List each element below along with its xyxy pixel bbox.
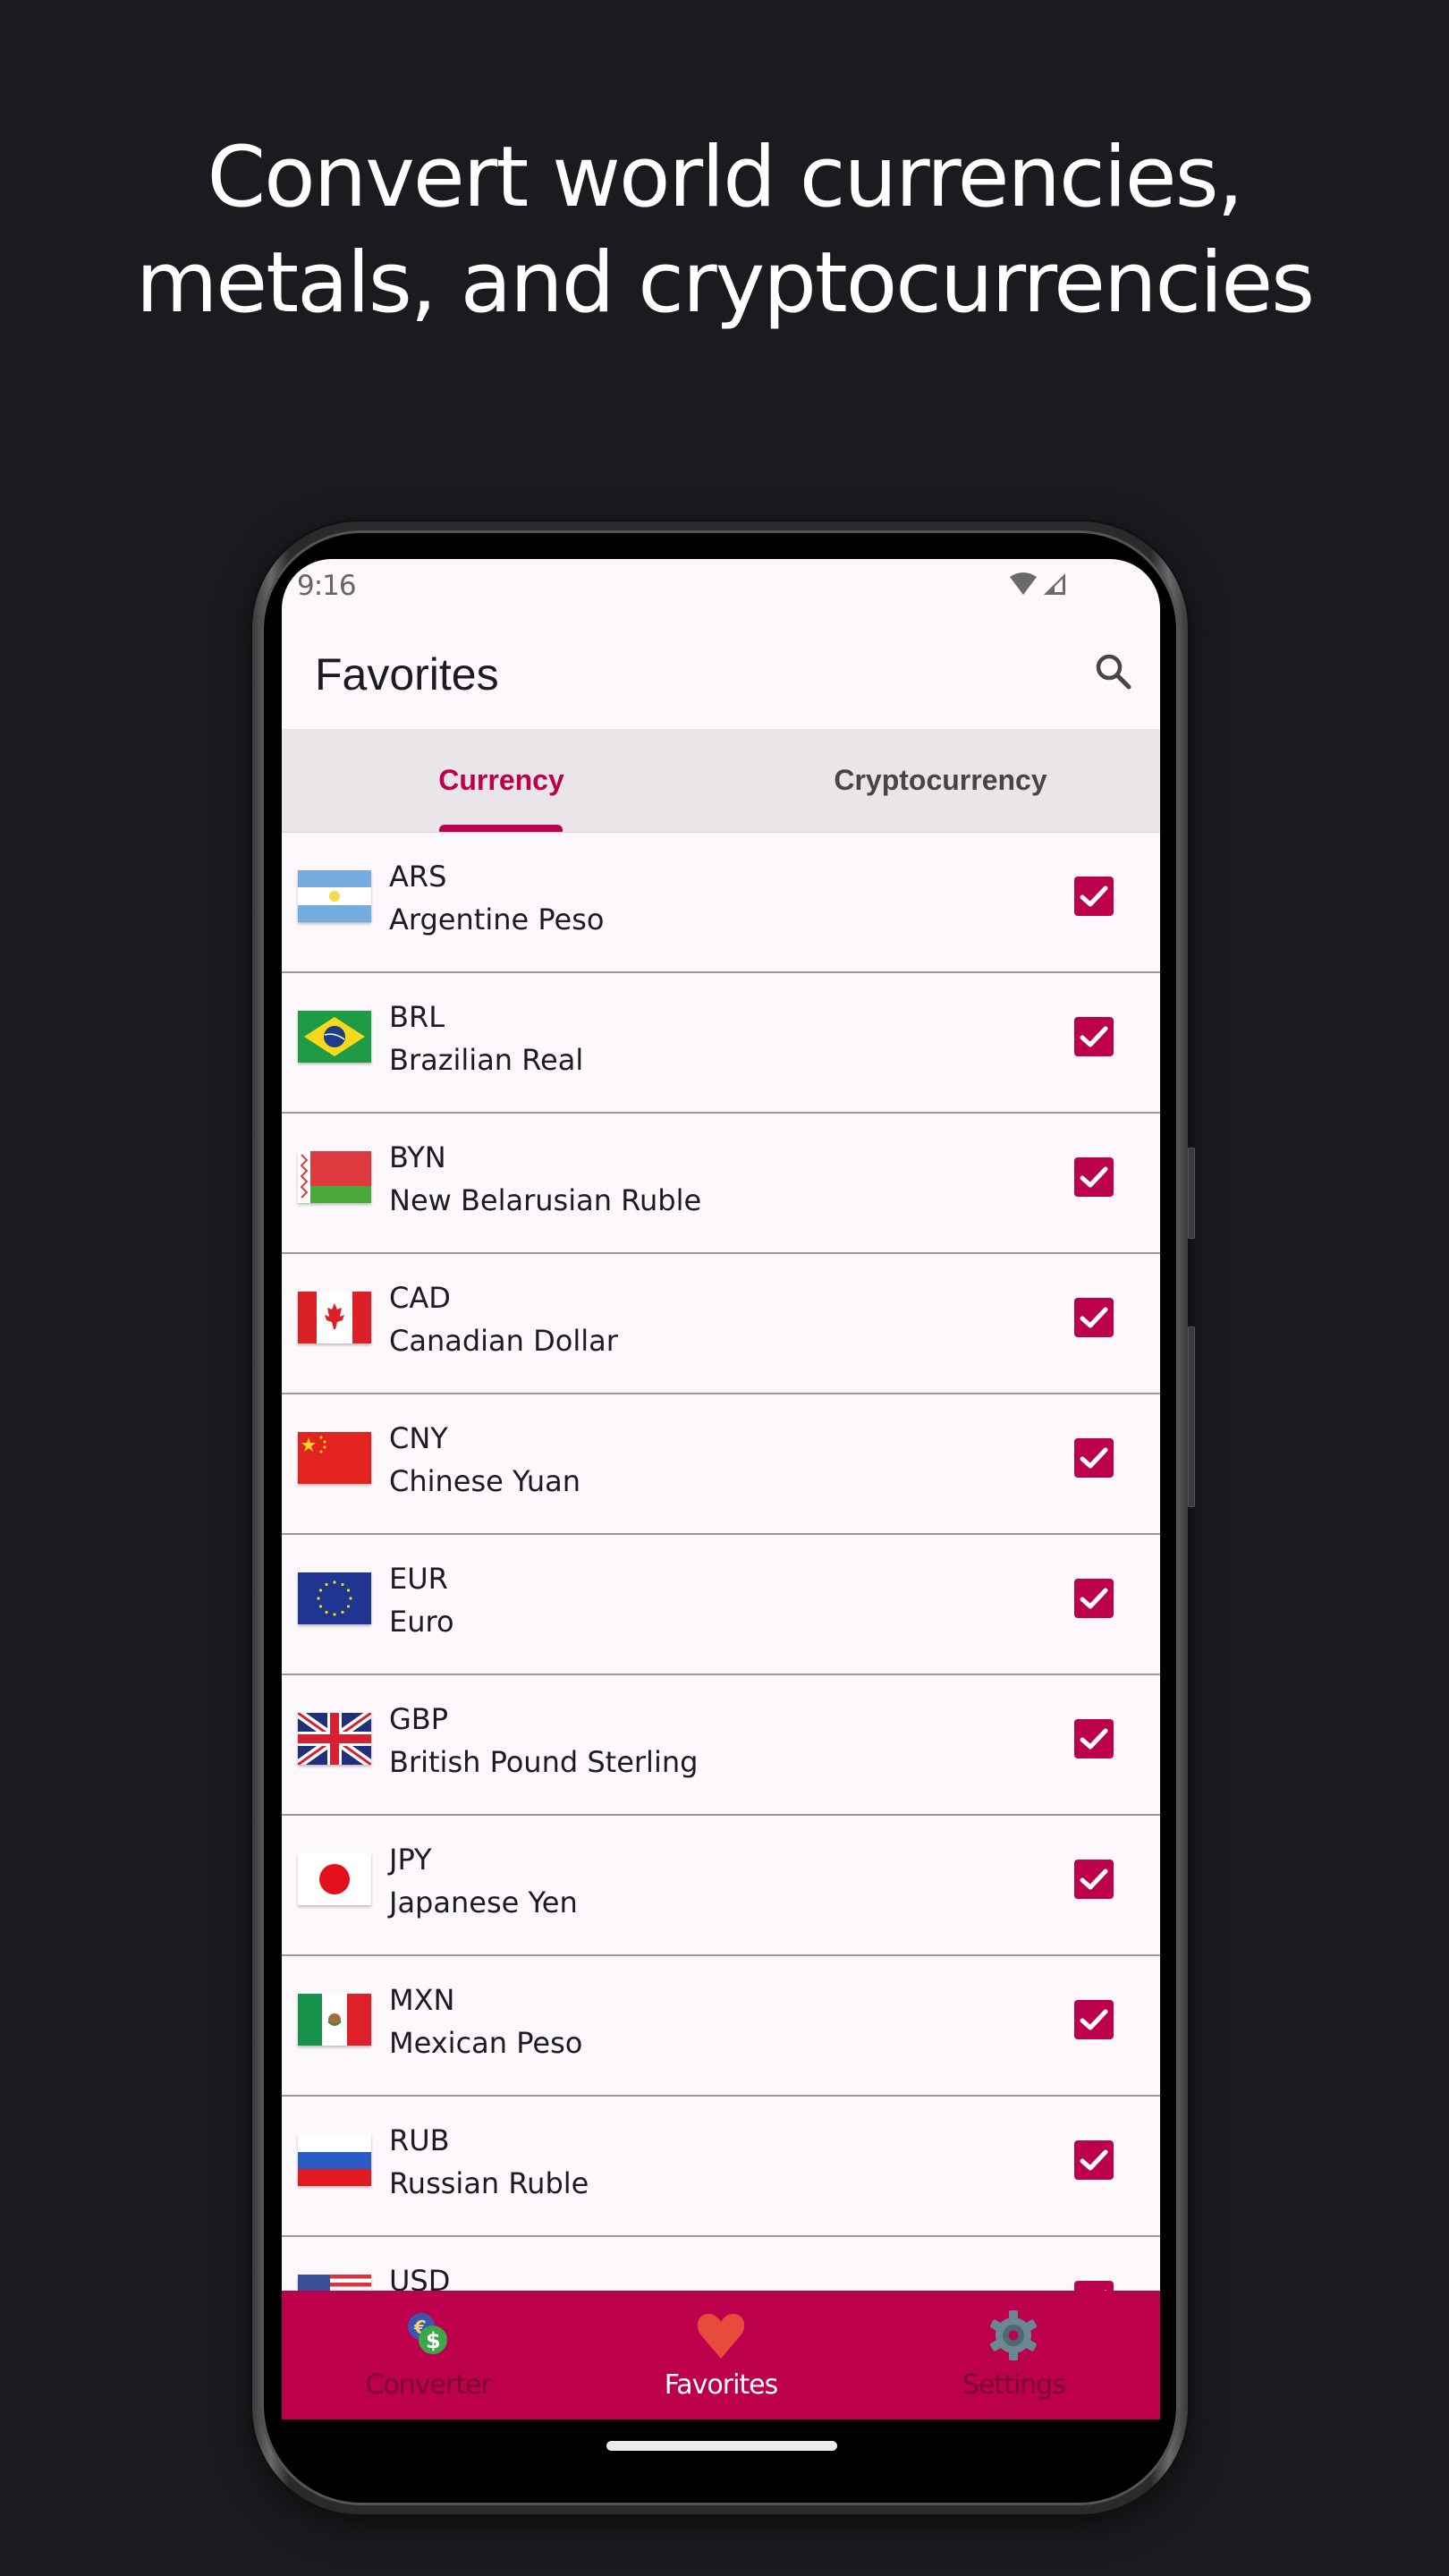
currency-name: Russian Ruble [389,2166,589,2200]
search-button[interactable] [1087,645,1140,699]
home-indicator[interactable] [606,2441,837,2451]
tab-bar: Currency Cryptocurrency [282,729,1160,833]
currency-row-gbp[interactable]: GBP British Pound Sterling [282,1675,1160,1816]
tab-cryptocurrency-label: Cryptocurrency [834,764,1047,796]
tab-currency-label: Currency [438,764,564,796]
currency-row-mxn[interactable]: MXN Mexican Peso [282,1956,1160,2097]
favorite-checkbox[interactable] [1074,1157,1114,1197]
currency-row-cny[interactable]: CNY Chinese Yuan [282,1394,1160,1535]
currency-row-byn[interactable]: BYN New Belarusian Ruble [282,1114,1160,1254]
canada-flag-icon [298,1292,371,1343]
nav-settings-label: Settings [962,2369,1066,2401]
wifi-icon [1010,572,1037,595]
checkmark-icon [1080,1588,1108,1609]
russia-flag-icon [298,2134,371,2186]
currency-list: ARS Argentine Peso BRL Brazilian Real BY… [282,833,1160,2377]
currency-code: MXN [389,1983,455,2017]
checkmark-icon [1080,1868,1108,1890]
currency-name: Japanese Yen [389,1885,578,1919]
currency-code: CAD [389,1281,451,1315]
mexico-flag-icon [298,1994,371,2046]
status-icons [1010,572,1065,595]
uk-flag-icon [298,1713,371,1765]
currency-name: Chinese Yuan [389,1464,581,1498]
bottom-navigation: € $ Converter Favorites Settings [282,2291,1160,2419]
currency-code: ARS [389,860,447,894]
currency-code: GBP [389,1702,449,1736]
checkmark-icon [1080,886,1108,907]
tab-indicator [439,825,563,832]
currency-name: Euro [389,1605,454,1639]
app-screen: 9:16 Favorites Currency Cryptocurrency A… [282,559,1160,2419]
power-button [1188,1326,1195,1507]
checkmark-icon [1080,1447,1108,1469]
favorite-checkbox[interactable] [1074,1438,1114,1478]
belarus-flag-icon [298,1151,371,1203]
favorite-checkbox[interactable] [1074,1579,1114,1618]
tab-currency[interactable]: Currency [282,729,721,832]
checkmark-icon [1080,1728,1108,1750]
volume-up-button [1188,1148,1195,1239]
checkmark-icon [1080,1026,1108,1047]
headline-line-1: Convert world currencies, [207,129,1244,226]
favorite-checkbox[interactable] [1074,1860,1114,1899]
heart-icon [697,2314,745,2359]
brazil-flag-icon [298,1011,371,1063]
currency-name: Canadian Dollar [389,1324,618,1358]
status-bar: 9:16 [282,559,1160,611]
japan-flag-icon [298,1853,371,1905]
currency-row-eur[interactable]: EUR Euro [282,1535,1160,1675]
currency-row-ars[interactable]: ARS Argentine Peso [282,833,1160,973]
nav-favorites[interactable]: Favorites [574,2291,867,2419]
argentina-flag-icon [298,870,371,922]
favorite-checkbox[interactable] [1074,1017,1114,1056]
currency-code: BRL [389,1000,445,1034]
gear-icon [990,2310,1038,2360]
svg-text:$: $ [426,2328,441,2353]
eu-flag-icon [298,1572,371,1624]
app-bar: Favorites [282,611,1160,729]
checkmark-icon [1080,1307,1108,1328]
favorite-checkbox[interactable] [1074,877,1114,916]
currency-row-jpy[interactable]: JPY Japanese Yen [282,1816,1160,1956]
favorite-checkbox[interactable] [1074,2140,1114,2180]
headline-line-2: metals, and cryptocurrencies [135,234,1315,332]
nav-settings[interactable]: Settings [868,2291,1160,2419]
checkmark-icon [1080,2009,1108,2030]
checkmark-icon [1080,2149,1108,2171]
currency-row-rub[interactable]: RUB Russian Ruble [282,2097,1160,2237]
nav-favorites-label: Favorites [664,2369,779,2401]
currency-code: JPY [389,1843,432,1877]
nav-converter-label: Converter [365,2369,491,2401]
currency-name: Argentine Peso [389,902,605,936]
currency-code: RUB [389,2123,450,2157]
tab-cryptocurrency[interactable]: Cryptocurrency [721,729,1160,832]
currency-code: CNY [389,1421,448,1455]
search-icon [1096,654,1131,690]
checkmark-icon [1080,1166,1108,1188]
china-flag-icon [298,1432,371,1484]
currency-row-brl[interactable]: BRL Brazilian Real [282,973,1160,1114]
favorite-checkbox[interactable] [1074,1719,1114,1758]
promo-headline: Convert world currencies, metals, and cr… [0,125,1449,336]
currency-name: Brazilian Real [389,1043,584,1077]
page-title: Favorites [315,649,499,699]
currency-code: BYN [389,1140,446,1174]
currency-name: Mexican Peso [389,2026,583,2060]
favorite-checkbox[interactable] [1074,2000,1114,2039]
currency-row-cad[interactable]: CAD Canadian Dollar [282,1254,1160,1394]
currency-name: New Belarusian Ruble [389,1183,702,1217]
currency-exchange-icon: € $ [407,2313,447,2354]
status-time: 9:16 [297,570,357,602]
nav-converter[interactable]: € $ Converter [282,2291,574,2419]
favorite-checkbox[interactable] [1074,1298,1114,1337]
currency-code: EUR [389,1562,448,1596]
currency-name: British Pound Sterling [389,1745,699,1779]
